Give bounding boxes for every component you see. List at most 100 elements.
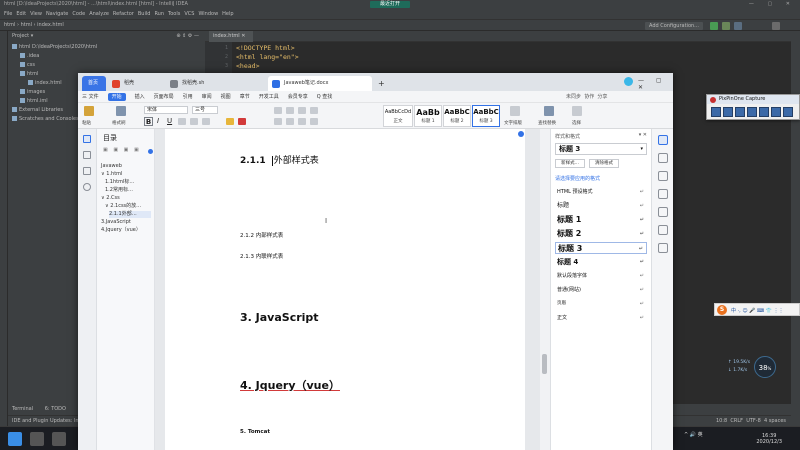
user-avatar[interactable] [624,77,633,86]
ribbon-tab[interactable]: 引用 [183,94,193,100]
system-tray[interactable]: ^ 🔊 英 [684,431,703,438]
wps-tab-home[interactable]: 首页 [82,76,106,91]
todo-tab[interactable]: 6: TODO [45,406,66,412]
ribbon-tab[interactable]: 三 文件 [82,94,99,100]
file-encoding[interactable]: UTF-8 [746,418,761,424]
heading-3-javascript[interactable]: 3. JavaScript [240,311,319,324]
outline-item[interactable]: ∨ 2.1css的放… [105,203,141,210]
run-icon[interactable] [710,22,718,30]
align-center-icon[interactable] [286,118,294,125]
heading-5-tomcat[interactable]: 5. Tomcat [240,429,270,435]
numbered-list-icon[interactable] [286,107,294,114]
capture-settings-icon[interactable] [783,107,793,117]
bookmark-icon[interactable] [83,151,91,159]
align-left-icon[interactable] [274,118,282,125]
font-size-select[interactable]: 三号 [192,106,218,114]
outline-item[interactable]: 2.1.1外部… [109,211,151,218]
current-style-select[interactable]: 标题 3 ▾ [555,143,647,155]
ide-menu-item[interactable]: Build [138,11,151,17]
ribbon-tab[interactable]: 会员专享 [288,94,308,100]
taskbar-clock[interactable]: 16:39 2020/12/3 [756,433,782,445]
task-view-icon[interactable] [52,432,66,446]
heading-2-1-3[interactable]: 2.1.3 内联样式表 [240,252,283,260]
ide-menu-item[interactable]: Help [222,11,233,17]
ide-menu-item[interactable]: Edit [16,11,26,17]
project-tree-item[interactable]: .idea [20,52,39,60]
style-item[interactable]: 标题 1 ↵ [555,214,647,226]
project-tree-item[interactable]: images [20,88,45,96]
bullet-list-icon[interactable] [274,107,282,114]
capture-delay-icon[interactable] [759,107,769,117]
ide-menu-item[interactable]: File [4,11,12,17]
italic-button[interactable]: I [157,117,159,125]
superscript-icon[interactable] [190,118,198,125]
style-item[interactable]: 标题 2 ↵ [555,228,647,240]
style-item[interactable]: 标题 ↵ [555,200,647,212]
outdent-icon[interactable] [298,107,306,114]
style-item[interactable]: 标题 4 ↵ [555,256,647,268]
style-pane-toggle-icon[interactable] [658,135,668,145]
ide-menu-item[interactable]: Code [72,11,85,17]
ribbon-tab[interactable]: 页面布局 [154,94,174,100]
ide-menu-item[interactable]: Refactor [113,11,134,17]
style-item[interactable]: 页眉 ↵ [555,298,647,310]
ribbon-tab[interactable]: Q 查找 [317,94,333,100]
ide-menu-item[interactable]: Navigate [46,11,68,17]
capture-scroll-icon[interactable] [747,107,757,117]
wps-tab-docer[interactable]: 稻壳 [108,76,164,91]
ide-menu-item[interactable]: Window [198,11,218,17]
outline-item[interactable]: ∨ 2.Css [101,195,120,202]
subscript-icon[interactable] [202,118,210,125]
project-panel-tools[interactable]: ⊕ ⇕ ⚙ — [176,31,199,41]
line-separator[interactable]: CRLF [730,418,743,424]
capture-fullscreen-icon[interactable] [711,107,721,117]
style-normal[interactable]: AaBbCcDd 正文 [383,105,413,127]
capture-record-icon[interactable] [771,107,781,117]
text-layout-icon[interactable] [510,106,520,116]
text-layout-label[interactable]: 文字排版 [504,120,522,126]
debug-icon[interactable] [722,22,730,30]
terminal-tab[interactable]: Terminal [12,406,33,412]
ide-breadcrumb-0[interactable]: html [4,22,15,28]
strikethrough-icon[interactable] [178,118,186,125]
capture-window-icon[interactable] [723,107,733,117]
project-tree-item[interactable]: html.iml [20,97,48,105]
shape-icon[interactable] [658,171,668,181]
search-icon[interactable] [83,183,91,191]
sync-status[interactable]: 未同步 [566,94,581,100]
bold-button[interactable]: B [144,117,153,126]
indent-icon[interactable] [310,107,318,114]
project-tree-item[interactable]: html D:\IdeaProjects\2020\html [12,43,97,51]
select-icon[interactable] [572,106,582,116]
location-pin-icon[interactable] [518,131,524,137]
font-name-select[interactable]: 宋体 [144,106,188,114]
ribbon-tab[interactable]: 开始 [107,93,126,101]
justify-icon[interactable] [310,118,318,125]
project-panel-title[interactable]: Project [12,33,29,39]
indent-setting[interactable]: 4 spaces [764,418,786,424]
ribbon-tab[interactable]: 插入 [135,94,145,100]
ide-title-badge[interactable]: 最近打开 [370,1,410,8]
ribbon-tab[interactable]: 章节 [240,94,250,100]
capture-region-icon[interactable] [735,107,745,117]
help-icon[interactable] [658,243,668,253]
outline-item[interactable]: ∨ 1.html [101,171,122,178]
heading-2-1-1[interactable]: 2.1.1 外部样式表 [240,153,319,166]
coverage-icon[interactable] [734,22,742,30]
search-icon[interactable] [30,432,44,446]
new-tab-button[interactable]: + [374,76,388,91]
outline-tools[interactable]: ▣ ▣ ▣ ▣ [103,147,141,153]
network-speed-widget[interactable]: ↑ 19.5K/s ↓ 1.7K/s 38% [726,356,782,380]
new-style-button[interactable]: 新样式... [555,159,585,168]
settings-icon[interactable] [658,189,668,199]
style-pane-close-icon[interactable]: ▾ ✕ [639,132,647,138]
project-tree-item[interactable]: index.html [28,79,62,87]
wps-tab-sh[interactable]: 找稻壳.sh [166,76,266,91]
paste-label[interactable]: 粘贴 [82,120,91,126]
format-painter-icon[interactable] [116,106,126,116]
ide-breadcrumb-1[interactable]: html [21,22,32,28]
style-heading-2[interactable]: AaBbC 标题 2 [443,105,471,127]
ide-menu-item[interactable]: Run [154,11,164,17]
outline-item[interactable]: 4.Jquery（vue） [101,227,141,234]
add-configuration-button[interactable]: Add Configuration... [645,22,703,30]
